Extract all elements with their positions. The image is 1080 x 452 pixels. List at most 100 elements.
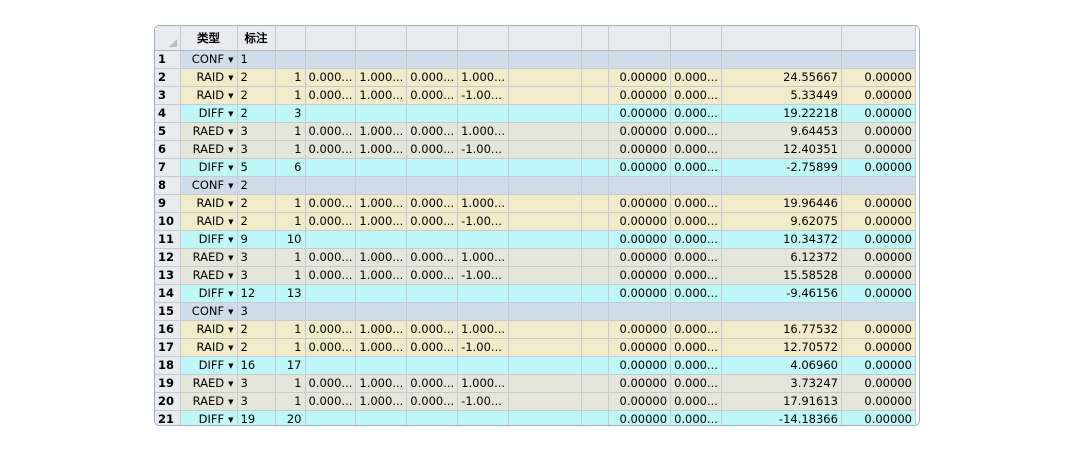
mark-cell[interactable]: 9 xyxy=(237,230,276,249)
type-dropdown-cell[interactable]: DIFF ▼ xyxy=(180,284,238,303)
type-dropdown-cell[interactable]: RAID ▼ xyxy=(180,194,238,213)
cell-col8[interactable] xyxy=(508,194,583,213)
cell-col11[interactable] xyxy=(670,176,722,195)
cell-col13[interactable]: 0.00000 xyxy=(841,104,916,123)
row-number[interactable]: 12 xyxy=(155,248,181,267)
cell-col4[interactable]: 0.000... xyxy=(305,338,357,357)
cell-col12[interactable]: 4.06960 xyxy=(721,356,842,375)
table-row[interactable]: 6 RAED ▼ 3 1 0.000... 1.000... 0.000... -1.00...… xyxy=(155,140,916,159)
cell-col6[interactable]: 0.000... xyxy=(406,320,459,339)
cell-col8[interactable] xyxy=(508,410,583,425)
type-dropdown-cell[interactable]: DIFF ▼ xyxy=(180,158,238,177)
cell-col6[interactable] xyxy=(406,176,459,195)
caret-down-icon[interactable]: ▼ xyxy=(228,254,233,262)
cell-col10[interactable] xyxy=(608,176,672,195)
cell-col3[interactable]: 1 xyxy=(275,266,306,285)
cell-col3[interactable]: 1 xyxy=(275,320,306,339)
cell-col12[interactable]: 15.58528 xyxy=(721,266,842,285)
row-number[interactable]: 20 xyxy=(155,392,181,411)
cell-col4[interactable]: 0.000... xyxy=(305,68,357,87)
cell-col4[interactable]: 0.000... xyxy=(305,122,357,141)
cell-col5[interactable] xyxy=(355,410,408,425)
type-dropdown-cell[interactable]: RAED ▼ xyxy=(180,392,238,411)
cell-col8[interactable] xyxy=(508,176,583,195)
caret-down-icon[interactable]: ▼ xyxy=(228,308,233,316)
cell-col13[interactable]: 0.00000 xyxy=(841,230,916,249)
cell-col9[interactable] xyxy=(581,68,610,87)
type-dropdown-cell[interactable]: RAID ▼ xyxy=(180,212,238,231)
row-number[interactable]: 15 xyxy=(155,302,181,321)
cell-col3[interactable]: 1 xyxy=(275,248,306,267)
cell-col7[interactable]: 1.000... xyxy=(457,374,510,393)
cell-col13[interactable]: 0.00000 xyxy=(841,212,916,231)
type-dropdown-cell[interactable]: RAED ▼ xyxy=(180,248,238,267)
cell-col8[interactable] xyxy=(508,392,583,411)
mark-cell[interactable]: 5 xyxy=(237,158,276,177)
cell-col5[interactable]: 1.000... xyxy=(355,320,408,339)
cell-col3[interactable]: 20 xyxy=(275,410,306,425)
type-dropdown-cell[interactable]: RAID ▼ xyxy=(180,68,238,87)
cell-col10[interactable]: 0.00000 xyxy=(608,338,672,357)
cell-col12[interactable]: -14.18366 xyxy=(721,410,842,425)
cell-col5[interactable]: 1.000... xyxy=(355,86,408,105)
type-dropdown-cell[interactable]: RAID ▼ xyxy=(180,86,238,105)
cell-col5[interactable]: 1.000... xyxy=(355,392,408,411)
cell-col7[interactable]: -1.00... xyxy=(457,212,510,231)
type-dropdown-cell[interactable]: RAID ▼ xyxy=(180,320,238,339)
table-row[interactable]: 7 DIFF ▼ 5 6 0.00000 0.000... -2.75899 0.00000 xyxy=(155,158,916,177)
cell-col12[interactable] xyxy=(721,50,842,69)
cell-col12[interactable]: 17.91613 xyxy=(721,392,842,411)
cell-col13[interactable]: 0.00000 xyxy=(841,374,916,393)
mark-cell[interactable]: 3 xyxy=(237,122,276,141)
cell-col9[interactable] xyxy=(581,284,610,303)
cell-col7[interactable] xyxy=(457,356,510,375)
cell-col3[interactable]: 1 xyxy=(275,140,306,159)
cell-col7[interactable] xyxy=(457,50,510,69)
cell-col9[interactable] xyxy=(581,320,610,339)
cell-col7[interactable] xyxy=(457,104,510,123)
mark-cell[interactable]: 2 xyxy=(237,86,276,105)
cell-col4[interactable]: 0.000... xyxy=(305,266,357,285)
cell-col7[interactable] xyxy=(457,158,510,177)
cell-col4[interactable]: 0.000... xyxy=(305,374,357,393)
mark-cell[interactable]: 3 xyxy=(237,140,276,159)
cell-col11[interactable]: 0.000... xyxy=(670,356,722,375)
cell-col4[interactable] xyxy=(305,230,357,249)
select-all-corner[interactable] xyxy=(155,26,181,51)
cell-col5[interactable] xyxy=(355,302,408,321)
column-header-9[interactable] xyxy=(581,26,610,51)
cell-col7[interactable]: -1.00... xyxy=(457,338,510,357)
cell-col13[interactable]: 0.00000 xyxy=(841,86,916,105)
row-number[interactable]: 10 xyxy=(155,212,181,231)
mark-cell[interactable]: 16 xyxy=(237,356,276,375)
cell-col12[interactable]: 9.64453 xyxy=(721,122,842,141)
cell-col7[interactable]: 1.000... xyxy=(457,68,510,87)
type-dropdown-cell[interactable]: RAED ▼ xyxy=(180,140,238,159)
row-number[interactable]: 4 xyxy=(155,104,181,123)
column-header-mark[interactable]: 标注 xyxy=(237,26,276,51)
cell-col8[interactable] xyxy=(508,50,583,69)
row-number[interactable]: 18 xyxy=(155,356,181,375)
cell-col9[interactable] xyxy=(581,374,610,393)
cell-col6[interactable]: 0.000... xyxy=(406,374,459,393)
cell-col4[interactable]: 0.000... xyxy=(305,248,357,267)
cell-col7[interactable]: -1.00... xyxy=(457,392,510,411)
cell-col10[interactable]: 0.00000 xyxy=(608,392,672,411)
cell-col6[interactable]: 0.000... xyxy=(406,194,459,213)
cell-col3[interactable]: 1 xyxy=(275,374,306,393)
cell-col10[interactable]: 0.00000 xyxy=(608,284,672,303)
table-row[interactable]: 8 CONF ▼ 2 xyxy=(155,176,916,195)
table-row[interactable]: 19 RAED ▼ 3 1 0.000... 1.000... 0.000... 1.000..… xyxy=(155,374,916,393)
cell-col5[interactable] xyxy=(355,158,408,177)
cell-col12[interactable]: 24.55667 xyxy=(721,68,842,87)
cell-col7[interactable]: -1.00... xyxy=(457,86,510,105)
column-header-3[interactable] xyxy=(275,26,306,51)
cell-col12[interactable] xyxy=(721,302,842,321)
cell-col13[interactable]: 0.00000 xyxy=(841,392,916,411)
cell-col13[interactable]: 0.00000 xyxy=(841,140,916,159)
cell-col5[interactable]: 1.000... xyxy=(355,374,408,393)
caret-down-icon[interactable]: ▼ xyxy=(228,218,233,226)
cell-col8[interactable] xyxy=(508,266,583,285)
cell-col8[interactable] xyxy=(508,356,583,375)
cell-col8[interactable] xyxy=(508,320,583,339)
